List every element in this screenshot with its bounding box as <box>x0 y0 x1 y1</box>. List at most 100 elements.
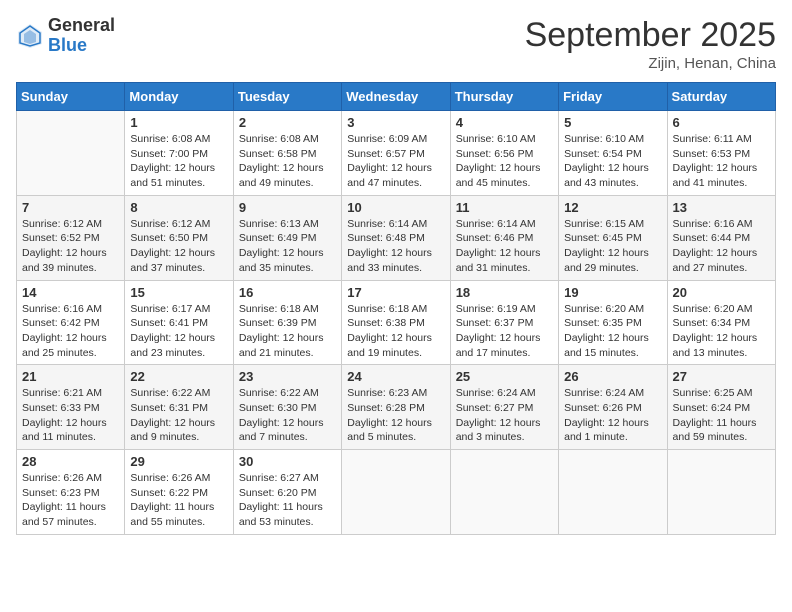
calendar-cell: 13 Sunrise: 6:16 AMSunset: 6:44 PMDayligh… <box>667 195 775 280</box>
day-info: Sunrise: 6:11 AMSunset: 6:53 PMDaylight:… <box>673 132 770 191</box>
calendar-cell: 9Sunrise: 6:13 AMSunset: 6:49 PMDaylight… <box>233 195 341 280</box>
day-info: Sunrise: 6:15 AMSunset: 6:45 PMDaylight:… <box>564 217 661 276</box>
day-number: 24 <box>347 369 444 384</box>
day-number: 11 <box>456 200 553 215</box>
calendar-cell <box>450 450 558 535</box>
day-info: Sunrise: 6:10 AMSunset: 6:54 PMDaylight:… <box>564 132 661 191</box>
day-number: 22 <box>130 369 227 384</box>
logo: General Blue <box>16 16 115 56</box>
day-info: Sunrise: 6:25 AMSunset: 6:24 PMDaylight:… <box>673 386 770 445</box>
logo-general-text: General <box>48 16 115 36</box>
day-number: 28 <box>22 454 119 469</box>
calendar-cell: 8Sunrise: 6:12 AMSunset: 6:50 PMDaylight… <box>125 195 233 280</box>
day-info: Sunrise: 6:20 AMSunset: 6:34 PMDaylight:… <box>673 302 770 361</box>
day-number: 20 <box>673 285 770 300</box>
month-title: September 2025 <box>525 16 776 55</box>
logo-blue-text: Blue <box>48 36 115 56</box>
day-number: 8 <box>130 200 227 215</box>
day-info: Sunrise: 6:08 AMSunset: 7:00 PMDaylight:… <box>130 132 227 191</box>
day-info: Sunrise: 6:24 AMSunset: 6:27 PMDaylight:… <box>456 386 553 445</box>
day-info: Sunrise: 6:16 AMSunset: 6:42 PMDaylight:… <box>22 302 119 361</box>
calendar-cell: 3Sunrise: 6:09 AMSunset: 6:57 PMDaylight… <box>342 111 450 196</box>
location-subtitle: Zijin, Henan, China <box>525 55 776 72</box>
day-info: Sunrise: 6:18 AMSunset: 6:38 PMDaylight:… <box>347 302 444 361</box>
header-wednesday: Wednesday <box>342 83 450 111</box>
calendar-cell: 10Sunrise: 6:14 AMSunset: 6:48 PMDayligh… <box>342 195 450 280</box>
day-number: 16 <box>239 285 336 300</box>
calendar-week-row: 14 Sunrise: 6:16 AMSunset: 6:42 PMDayligh… <box>17 280 776 365</box>
calendar-cell: 17 Sunrise: 6:18 AMSunset: 6:38 PMDayligh… <box>342 280 450 365</box>
calendar-week-row: 21 Sunrise: 6:21 AMSunset: 6:33 PMDayligh… <box>17 365 776 450</box>
header-saturday: Saturday <box>667 83 775 111</box>
day-info: Sunrise: 6:26 AMSunset: 6:23 PMDaylight:… <box>22 471 119 530</box>
calendar-cell: 27 Sunrise: 6:25 AMSunset: 6:24 PMDayligh… <box>667 365 775 450</box>
page-header: General Blue September 2025 Zijin, Henan… <box>16 16 776 72</box>
day-number: 13 <box>673 200 770 215</box>
calendar-cell: 15 Sunrise: 6:17 AMSunset: 6:41 PMDayligh… <box>125 280 233 365</box>
day-number: 30 <box>239 454 336 469</box>
calendar-week-row: 1 Sunrise: 6:08 AMSunset: 7:00 PMDaylight… <box>17 111 776 196</box>
day-info: Sunrise: 6:22 AMSunset: 6:31 PMDaylight:… <box>130 386 227 445</box>
day-number: 2 <box>239 115 336 130</box>
header-tuesday: Tuesday <box>233 83 341 111</box>
calendar-cell: 24 Sunrise: 6:23 AMSunset: 6:28 PMDayligh… <box>342 365 450 450</box>
day-info: Sunrise: 6:10 AMSunset: 6:56 PMDaylight:… <box>456 132 553 191</box>
day-info: Sunrise: 6:19 AMSunset: 6:37 PMDaylight:… <box>456 302 553 361</box>
day-number: 27 <box>673 369 770 384</box>
header-friday: Friday <box>559 83 667 111</box>
calendar-table: SundayMondayTuesdayWednesdayThursdayFrid… <box>16 82 776 535</box>
header-monday: Monday <box>125 83 233 111</box>
calendar-cell: 19 Sunrise: 6:20 AMSunset: 6:35 PMDayligh… <box>559 280 667 365</box>
day-info: Sunrise: 6:26 AMSunset: 6:22 PMDaylight:… <box>130 471 227 530</box>
calendar-cell <box>342 450 450 535</box>
day-info: Sunrise: 6:22 AMSunset: 6:30 PMDaylight:… <box>239 386 336 445</box>
calendar-cell: 16 Sunrise: 6:18 AMSunset: 6:39 PMDayligh… <box>233 280 341 365</box>
day-number: 19 <box>564 285 661 300</box>
day-info: Sunrise: 6:16 AMSunset: 6:44 PMDaylight:… <box>673 217 770 276</box>
calendar-cell: 20 Sunrise: 6:20 AMSunset: 6:34 PMDayligh… <box>667 280 775 365</box>
day-number: 29 <box>130 454 227 469</box>
header-thursday: Thursday <box>450 83 558 111</box>
calendar-cell <box>17 111 125 196</box>
calendar-cell: 14 Sunrise: 6:16 AMSunset: 6:42 PMDayligh… <box>17 280 125 365</box>
calendar-cell: 21 Sunrise: 6:21 AMSunset: 6:33 PMDayligh… <box>17 365 125 450</box>
logo-icon <box>16 22 44 50</box>
calendar-cell: 4 Sunrise: 6:10 AMSunset: 6:56 PMDaylight… <box>450 111 558 196</box>
calendar-week-row: 28 Sunrise: 6:26 AMSunset: 6:23 PMDayligh… <box>17 450 776 535</box>
day-info: Sunrise: 6:18 AMSunset: 6:39 PMDaylight:… <box>239 302 336 361</box>
day-number: 12 <box>564 200 661 215</box>
day-number: 25 <box>456 369 553 384</box>
day-number: 4 <box>456 115 553 130</box>
calendar-cell: 1 Sunrise: 6:08 AMSunset: 7:00 PMDaylight… <box>125 111 233 196</box>
day-number: 26 <box>564 369 661 384</box>
calendar-cell <box>667 450 775 535</box>
calendar-cell: 7 Sunrise: 6:12 AMSunset: 6:52 PMDaylight… <box>17 195 125 280</box>
calendar-cell: 29 Sunrise: 6:26 AMSunset: 6:22 PMDayligh… <box>125 450 233 535</box>
day-number: 21 <box>22 369 119 384</box>
day-number: 7 <box>22 200 119 215</box>
day-info: Sunrise: 6:21 AMSunset: 6:33 PMDaylight:… <box>22 386 119 445</box>
day-number: 15 <box>130 285 227 300</box>
calendar-cell: 2 Sunrise: 6:08 AMSunset: 6:58 PMDaylight… <box>233 111 341 196</box>
day-info: Sunrise: 6:17 AMSunset: 6:41 PMDaylight:… <box>130 302 227 361</box>
calendar-cell: 30Sunrise: 6:27 AMSunset: 6:20 PMDayligh… <box>233 450 341 535</box>
day-number: 1 <box>130 115 227 130</box>
day-info: Sunrise: 6:23 AMSunset: 6:28 PMDaylight:… <box>347 386 444 445</box>
header-sunday: Sunday <box>17 83 125 111</box>
calendar-cell: 22 Sunrise: 6:22 AMSunset: 6:31 PMDayligh… <box>125 365 233 450</box>
day-info: Sunrise: 6:20 AMSunset: 6:35 PMDaylight:… <box>564 302 661 361</box>
calendar-cell: 23Sunrise: 6:22 AMSunset: 6:30 PMDayligh… <box>233 365 341 450</box>
day-info: Sunrise: 6:13 AMSunset: 6:49 PMDaylight:… <box>239 217 336 276</box>
day-info: Sunrise: 6:24 AMSunset: 6:26 PMDaylight:… <box>564 386 661 445</box>
day-info: Sunrise: 6:12 AMSunset: 6:52 PMDaylight:… <box>22 217 119 276</box>
calendar-week-row: 7 Sunrise: 6:12 AMSunset: 6:52 PMDaylight… <box>17 195 776 280</box>
calendar-header-row: SundayMondayTuesdayWednesdayThursdayFrid… <box>17 83 776 111</box>
day-number: 17 <box>347 285 444 300</box>
day-info: Sunrise: 6:08 AMSunset: 6:58 PMDaylight:… <box>239 132 336 191</box>
logo-text: General Blue <box>48 16 115 56</box>
day-number: 14 <box>22 285 119 300</box>
calendar-cell: 18Sunrise: 6:19 AMSunset: 6:37 PMDayligh… <box>450 280 558 365</box>
day-info: Sunrise: 6:09 AMSunset: 6:57 PMDaylight:… <box>347 132 444 191</box>
calendar-cell: 12 Sunrise: 6:15 AMSunset: 6:45 PMDayligh… <box>559 195 667 280</box>
calendar-cell: 5Sunrise: 6:10 AMSunset: 6:54 PMDaylight… <box>559 111 667 196</box>
